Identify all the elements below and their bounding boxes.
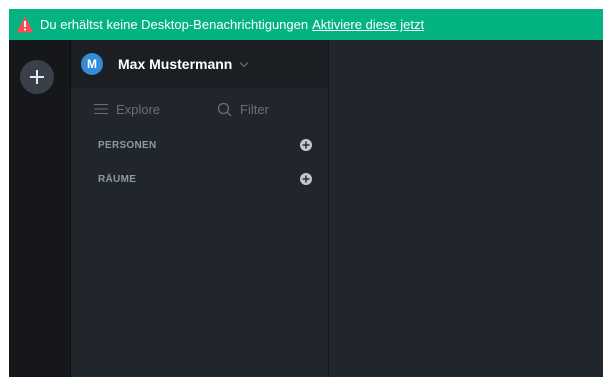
section-rooms-label: RÄUME	[98, 173, 137, 185]
avatar: M	[81, 53, 103, 75]
chevron-down-icon	[239, 61, 249, 67]
create-space-button[interactable]	[20, 60, 54, 94]
user-name: Max Mustermann	[118, 56, 233, 72]
plus-icon	[30, 70, 44, 84]
notification-banner: Du erhältst keine Desktop-Benachrichtigu…	[9, 9, 603, 40]
section-people-label: PERSONEN	[98, 139, 157, 151]
plus-icon	[302, 175, 310, 183]
plus-icon	[302, 141, 310, 149]
filter-input[interactable]: Filter	[217, 102, 269, 117]
enable-notifications-link[interactable]: Aktiviere diese jetzt	[312, 17, 424, 32]
section-rooms[interactable]: RÄUME	[71, 169, 328, 189]
add-person-button[interactable]	[300, 139, 312, 151]
banner-message: Du erhältst keine Desktop-Benachrichtigu…	[40, 17, 309, 32]
warning-triangle-icon	[16, 16, 34, 33]
search-icon	[217, 102, 232, 116]
user-menu[interactable]: M Max Mustermann	[71, 40, 328, 88]
main-panel	[329, 40, 603, 377]
search-row: Explore Filter	[71, 98, 328, 120]
space-rail	[9, 40, 71, 377]
filter-placeholder: Filter	[240, 101, 269, 117]
room-list-panel: M Max Mustermann Explore Filter PERSONEN…	[71, 40, 329, 377]
add-room-button[interactable]	[300, 173, 312, 185]
app-window: Du erhältst keine Desktop-Benachrichtigu…	[9, 9, 603, 377]
menu-icon	[94, 104, 108, 114]
explore-button[interactable]: Explore	[94, 102, 160, 117]
section-people[interactable]: PERSONEN	[71, 135, 328, 155]
explore-label: Explore	[116, 101, 161, 117]
